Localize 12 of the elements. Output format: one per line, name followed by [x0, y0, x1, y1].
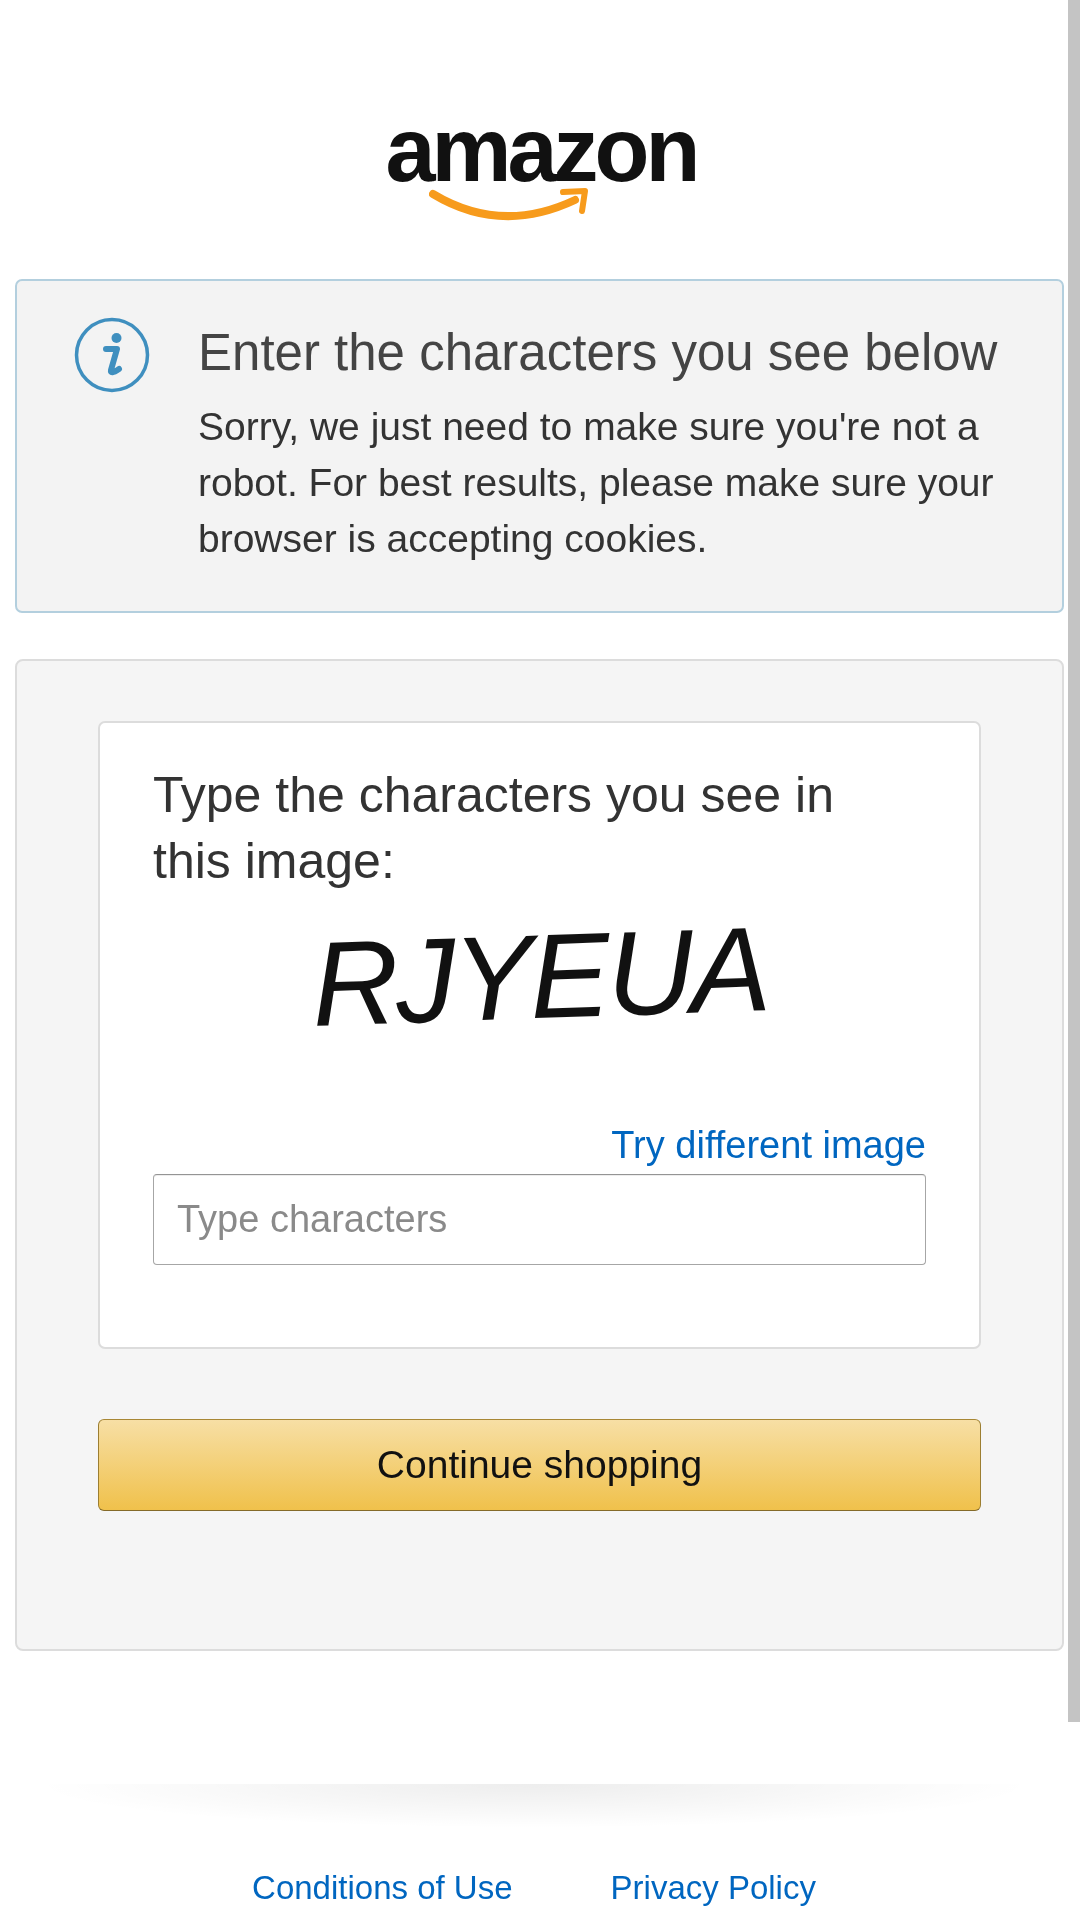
- info-icon: [74, 317, 150, 393]
- captcha-input[interactable]: Type characters: [153, 1174, 926, 1265]
- scrollbar-thumb[interactable]: [1068, 0, 1080, 1722]
- alert-message: Sorry, we just need to make sure you're not a robot. For best results, please make sure your browser is accepting cookies.: [198, 404, 995, 562]
- footer-link[interactable]: Privacy Policy: [610, 1868, 816, 1908]
- alert-title: Enter the characters you see below: [198, 323, 999, 383]
- captcha-text: RJYEUA: [309, 908, 770, 1044]
- logo-text: amazon: [385, 110, 697, 190]
- continue-shopping-button[interactable]: Continue shopping: [98, 1419, 981, 1511]
- try-different-image-link[interactable]: Try different image: [611, 1124, 926, 1166]
- captcha-prompt: Type the characters you see in this image:: [153, 766, 835, 891]
- footer-link[interactable]: Conditions of Use: [252, 1868, 513, 1908]
